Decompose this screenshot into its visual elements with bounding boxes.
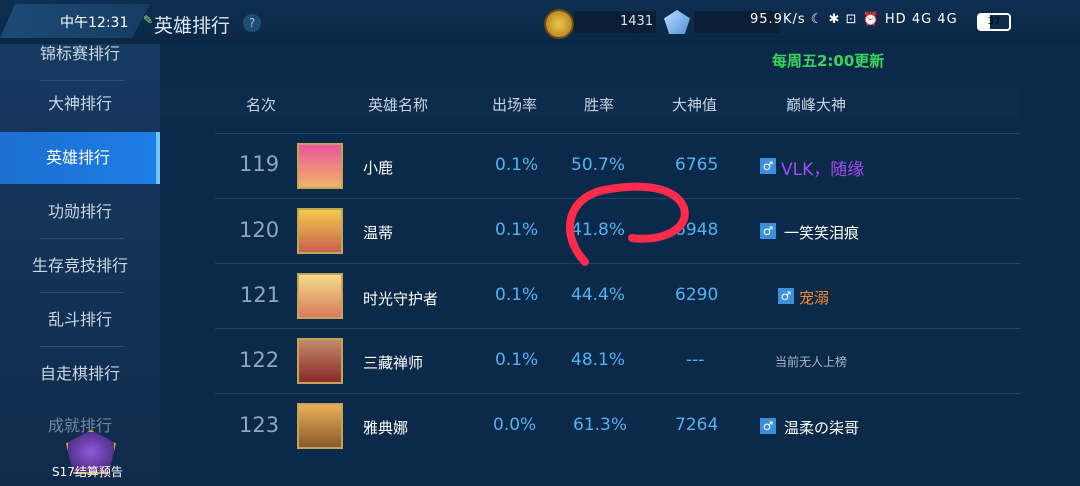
red-annotation-stroke	[566, 182, 689, 266]
